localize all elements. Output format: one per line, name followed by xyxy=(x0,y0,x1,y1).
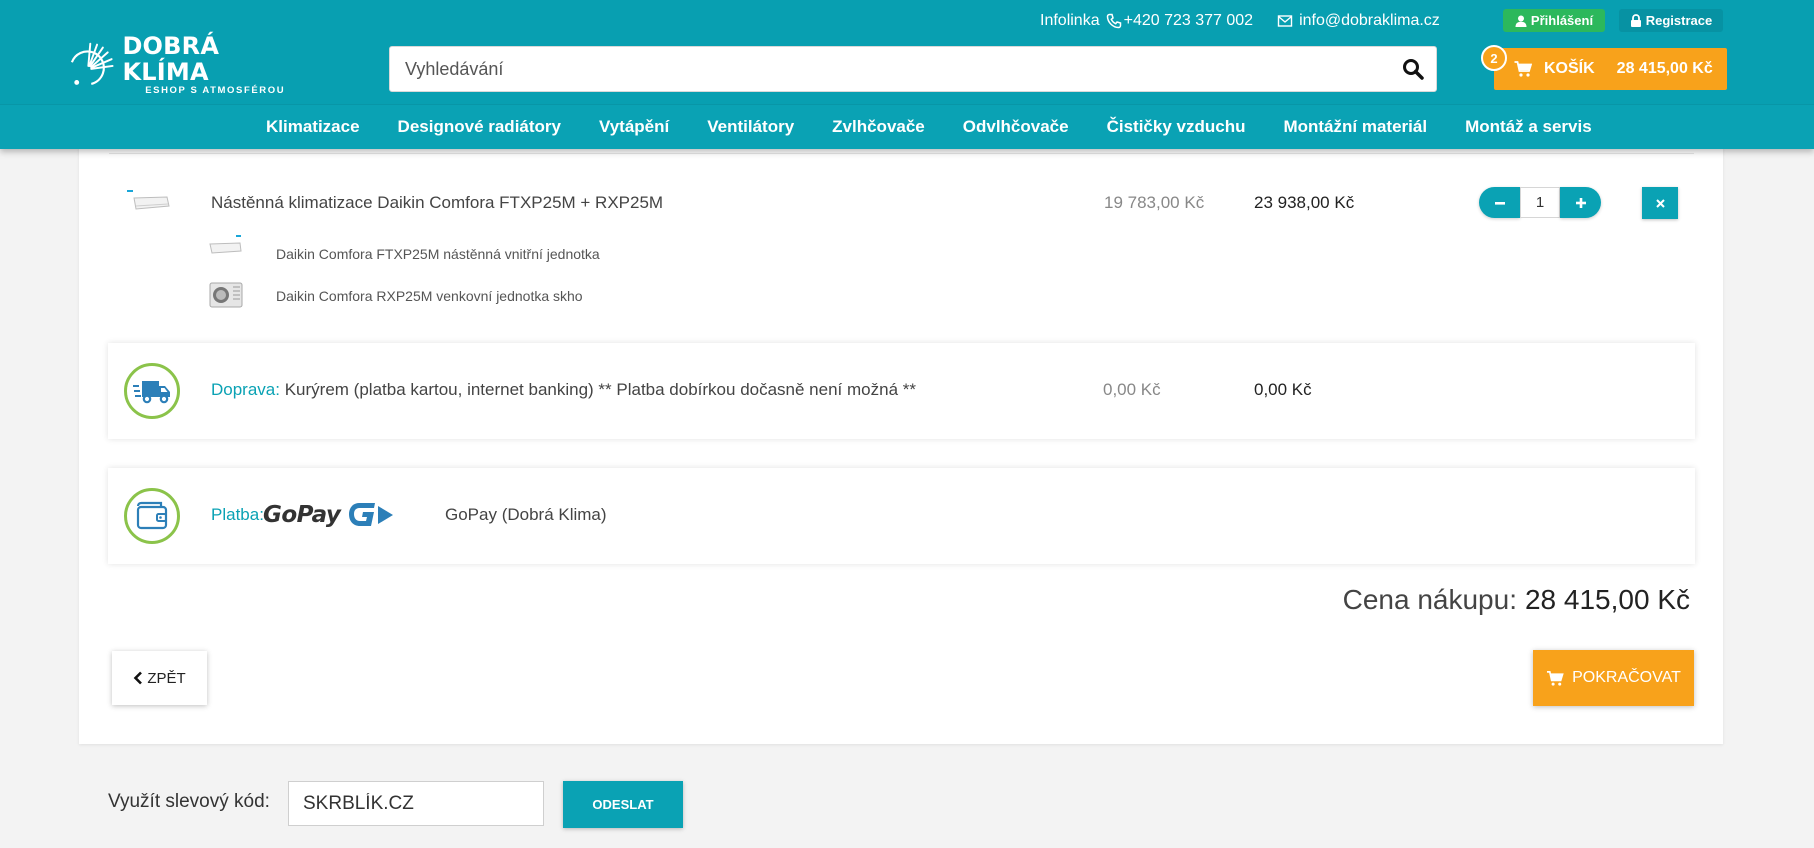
phone-icon xyxy=(1106,13,1121,29)
component-thumbnail-outdoor-unit[interactable] xyxy=(208,280,244,310)
gopay-logo-text: GoPay xyxy=(263,502,341,528)
continue-button[interactable]: POKRAČOVAT xyxy=(1533,650,1694,706)
nav-item-ventilatory[interactable]: Ventilátory xyxy=(707,117,794,137)
site-header: DOBRÁ KLÍMA ESHOP S ATMOSFÉROU Infolinka… xyxy=(0,0,1814,149)
phone-number[interactable]: +420 723 377 002 xyxy=(1124,12,1253,30)
logo-sun-icon xyxy=(69,42,114,86)
register-label: Registrace xyxy=(1645,13,1713,28)
login-button[interactable]: Přihlášení xyxy=(1503,9,1605,32)
user-icon xyxy=(1515,15,1527,27)
order-total: Cena nákupu: 28 415,00 Kč xyxy=(1343,584,1690,616)
cart-total: 28 415,00 Kč xyxy=(1616,60,1713,77)
gopay-g-icon xyxy=(349,503,394,526)
plus-icon xyxy=(1575,197,1586,208)
shipping-label-wrap: Doprava: Kurýrem (platba kartou, interne… xyxy=(211,380,916,400)
quantity-decrease-button[interactable] xyxy=(1479,187,1520,218)
lock-icon xyxy=(1630,14,1641,27)
remove-item-button[interactable] xyxy=(1642,187,1678,219)
infoline: Infolinka +420 723 377 002 info@dobrakli… xyxy=(1040,10,1440,32)
component-name[interactable]: Daikin Comfora FTXP25M nástěnná vnitřní … xyxy=(276,246,600,262)
cart-count-badge: 2 xyxy=(1481,45,1507,71)
discount-submit-button[interactable]: ODESLAT xyxy=(563,781,683,828)
back-label: ZPĚT xyxy=(147,669,186,687)
nav-item-zvlhcovace[interactable]: Zvlhčovače xyxy=(832,117,925,137)
cart-summary-card: Nástěnná klimatizace Daikin Comfora FTXP… xyxy=(79,140,1723,744)
payment-icon-circle xyxy=(124,488,180,544)
quantity-input[interactable] xyxy=(1520,187,1560,218)
logo-subtitle: ESHOP S ATMOSFÉROU xyxy=(145,85,286,96)
search-bar xyxy=(389,46,1437,92)
shipping-method: Kurýrem (platba kartou, internet banking… xyxy=(284,380,916,399)
quantity-increase-button[interactable] xyxy=(1560,187,1601,218)
register-button[interactable]: Registrace xyxy=(1619,9,1723,32)
nav-item-montaz-a-servis[interactable]: Montáž a servis xyxy=(1465,117,1592,137)
login-label: Přihlášení xyxy=(1530,13,1594,28)
cart-label: KOŠÍK xyxy=(1544,60,1595,77)
wallet-icon xyxy=(136,501,168,530)
nav-item-klimatizace[interactable]: Klimatizace xyxy=(266,117,360,137)
infoline-label: Infolinka xyxy=(1040,12,1100,29)
order-total-value: 28 415,00 Kč xyxy=(1524,584,1690,615)
quantity-stepper xyxy=(1479,187,1601,218)
cart-button[interactable]: KOŠÍK 28 415,00 Kč xyxy=(1494,48,1727,90)
close-icon xyxy=(1655,198,1665,208)
delivery-truck-icon xyxy=(133,381,170,404)
order-total-label: Cena nákupu: xyxy=(1342,584,1517,615)
main-navigation: Klimatizace Designové radiátory Vytápění… xyxy=(0,104,1814,149)
nav-item-odvlhcovace[interactable]: Odvlhčovače xyxy=(963,117,1069,137)
nav-item-cisticky-vzduchu[interactable]: Čističky vzduchu xyxy=(1107,117,1246,137)
gopay-logo: GoPay xyxy=(263,495,395,535)
email-contact[interactable]: info@dobraklima.cz xyxy=(1277,12,1440,30)
search-icon[interactable] xyxy=(1402,58,1424,80)
continue-label: POKRAČOVAT xyxy=(1572,669,1681,686)
shipping-label: Doprava: xyxy=(211,380,280,399)
email-address: info@dobraklima.cz xyxy=(1299,12,1440,29)
logo-text: DOBRÁ KLÍMA ESHOP S ATMOSFÉROU xyxy=(122,33,308,97)
divider xyxy=(109,153,1694,154)
cart-icon xyxy=(1514,61,1532,77)
nav-item-vytapeni[interactable]: Vytápění xyxy=(599,117,669,137)
payment-provider: GoPay (Dobrá Klima) xyxy=(445,505,607,524)
product-total-price: 23 938,00 Kč xyxy=(1254,193,1355,212)
mail-icon xyxy=(1277,15,1293,27)
chevron-left-icon xyxy=(133,671,143,685)
nav-items: Klimatizace Designové radiátory Vytápění… xyxy=(247,105,1611,149)
product-unit-price: 19 783,00 Kč xyxy=(1104,193,1205,212)
back-button[interactable]: ZPĚT xyxy=(112,651,207,705)
component-thumbnail-indoor-unit[interactable] xyxy=(208,232,244,256)
search-input[interactable] xyxy=(390,47,1380,91)
logo-title: DOBRÁ KLÍMA xyxy=(122,32,220,86)
shipping-icon-circle xyxy=(124,363,180,419)
shipping-total-price: 0,00 Kč xyxy=(1254,380,1312,399)
header-top: DOBRÁ KLÍMA ESHOP S ATMOSFÉROU Infolinka… xyxy=(0,0,1814,104)
product-name[interactable]: Nástěnná klimatizace Daikin Comfora FTXP… xyxy=(211,193,663,213)
shipping-row: Doprava: Kurýrem (platba kartou, interne… xyxy=(108,343,1695,439)
component-name[interactable]: Daikin Comfora RXP25M venkovní jednotka … xyxy=(276,288,583,304)
logo[interactable]: DOBRÁ KLÍMA ESHOP S ATMOSFÉROU xyxy=(68,33,308,96)
discount-code-input[interactable] xyxy=(288,781,544,826)
product-thumbnail-ac-set[interactable] xyxy=(125,188,171,212)
shipping-unit-price: 0,00 Kč xyxy=(1103,380,1161,399)
payment-row: Platba: GoPay GoPay (Dobrá Klima) xyxy=(108,468,1695,564)
cart-icon xyxy=(1547,670,1564,686)
minus-icon xyxy=(1494,201,1505,205)
nav-item-designove-radiatory[interactable]: Designové radiátory xyxy=(398,117,561,137)
discount-code-label: Využít slevový kód: xyxy=(108,791,270,812)
nav-item-montazni-material[interactable]: Montážní materiál xyxy=(1283,117,1427,137)
payment-label: Platba: xyxy=(211,505,264,524)
